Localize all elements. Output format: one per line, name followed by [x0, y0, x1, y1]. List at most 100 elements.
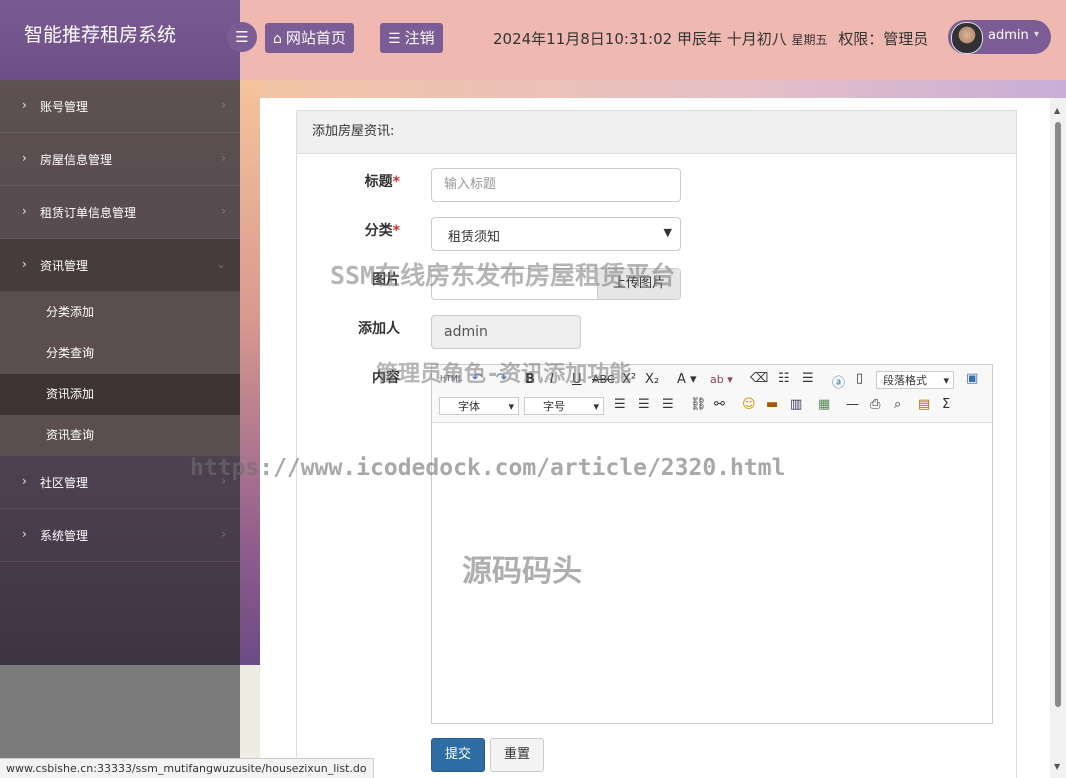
sidebar-subitem-category-query[interactable]: 分类查询: [0, 333, 240, 374]
formula-icon[interactable]: Σ: [942, 397, 950, 412]
watermark-brand: 源码码头: [462, 554, 582, 589]
chevron-right-icon: ›: [22, 474, 27, 488]
chevron-right-icon: ›: [221, 151, 226, 165]
title-label-text: 标题: [364, 174, 393, 190]
panel-title: 添加房屋资讯:: [297, 111, 1016, 154]
required-mark: *: [392, 174, 400, 190]
sidebar-subitem-category-add[interactable]: 分类添加: [0, 292, 240, 333]
title-input[interactable]: 输入标题: [431, 168, 681, 202]
weekday-text: 星期五: [791, 33, 828, 47]
title-label: 标题*: [310, 171, 400, 191]
font-size-value: 字号: [543, 400, 565, 413]
watermark-title: SSM在线房东发布房屋租赁平台: [330, 261, 676, 290]
scrollbar[interactable]: ▲ ▼: [1050, 98, 1066, 778]
sidebar-item-label: 租赁订单信息管理: [40, 206, 137, 220]
brand-area: 智能推荐租房系统: [0, 0, 240, 80]
paragraph-format-select[interactable]: 段落格式 ▾: [876, 371, 954, 389]
title-placeholder: 输入标题: [444, 177, 497, 192]
caret-down-icon: ▾: [593, 400, 599, 413]
logout-button-label: 注销: [404, 29, 435, 47]
unlink-icon[interactable]: ⚯: [714, 397, 725, 412]
avatar: [951, 22, 983, 54]
align-right-icon[interactable]: ☰: [662, 397, 674, 412]
category-label: 分类*: [310, 220, 400, 240]
category-label-text: 分类: [364, 223, 393, 239]
topbar-gradient: [240, 80, 1066, 100]
sidebar-item-account[interactable]: › 账号管理 ›: [0, 80, 240, 133]
role-text: 权限：管理员: [838, 30, 929, 48]
sidebar: 智能推荐租房系统 › 账号管理 › › 房屋信息管理 › › 租赁订单信息管理 …: [0, 0, 240, 778]
hamburger-icon: ☰: [235, 28, 249, 46]
caret-down-icon: ▾: [1034, 29, 1040, 40]
link-icon[interactable]: ⛓: [690, 397, 707, 412]
chevron-right-icon: ›: [22, 527, 27, 541]
watermark-url: https://www.icodedock.com/article/2320.h…: [190, 455, 786, 481]
required-mark: *: [392, 223, 400, 239]
watermark-subtitle: 管理员角色-资讯添加功能: [376, 362, 632, 387]
page-icon[interactable]: ▯: [856, 371, 863, 386]
subscript-icon[interactable]: X₂: [645, 372, 659, 387]
search-icon[interactable]: ⌕: [894, 397, 901, 412]
chevron-right-icon: ›: [221, 98, 226, 112]
content-gradient-edge: [240, 80, 260, 665]
scroll-down-icon[interactable]: ▼: [1054, 762, 1060, 771]
sidebar-submenu-news: 分类添加 分类查询 资讯添加 资讯查询: [0, 292, 240, 456]
rich-text-editor[interactable]: HTML ↶ ↷ B I U ABC X² X₂ A ▾ ab ▾ ⌫ ☷ ☰ …: [431, 364, 993, 724]
font-color-icon[interactable]: A ▾: [677, 372, 697, 387]
home-button[interactable]: ⌂ 网站首页: [265, 23, 354, 53]
sidebar-item-system[interactable]: › 系统管理 ›: [0, 509, 240, 562]
sidebar-menu: › 账号管理 › › 房屋信息管理 › › 租赁订单信息管理 › › 资讯管理 …: [0, 80, 240, 665]
chevron-down-icon: ▼: [663, 226, 672, 239]
sidebar-item-house-info[interactable]: › 房屋信息管理 ›: [0, 133, 240, 186]
status-bar-url: www.csbishe.cn:33333/ssm_mutifangwuzusit…: [0, 758, 374, 778]
anchor-icon[interactable]: ⓐ: [832, 372, 845, 391]
user-menu[interactable]: admin ▾: [948, 20, 1051, 54]
font-size-select[interactable]: 字号 ▾: [524, 397, 604, 415]
datetime-display: 2024年11月8日10:31:02 甲辰年 十月初八 星期五 权限：管理员: [493, 28, 928, 49]
chevron-right-icon: ›: [221, 527, 226, 541]
image-icon[interactable]: ▬: [766, 397, 778, 412]
chevron-right-icon: ›: [22, 98, 27, 112]
sidebar-subitem-news-add[interactable]: 资讯添加: [0, 374, 240, 415]
chevron-right-icon: ›: [22, 257, 27, 271]
home-icon: ⌂: [273, 31, 282, 47]
sidebar-item-label: 系统管理: [40, 529, 89, 543]
submit-button[interactable]: 提交: [431, 738, 485, 772]
logout-button[interactable]: ☰ 注销: [380, 23, 443, 53]
category-select[interactable]: 租赁须知 ▼: [431, 217, 681, 251]
eraser-icon[interactable]: ⌫: [750, 371, 768, 386]
caret-down-icon: ▾: [508, 400, 514, 413]
sidebar-subitem-news-query[interactable]: 资讯查询: [0, 415, 240, 456]
category-value: 租赁须知: [448, 230, 501, 245]
emoji-icon[interactable]: ☺: [742, 397, 756, 412]
menu-toggle-button[interactable]: ☰: [227, 22, 257, 52]
home-button-label: 网站首页: [285, 29, 346, 47]
horizontal-rule-icon[interactable]: —: [846, 397, 859, 412]
chevron-right-icon: ›: [221, 204, 226, 218]
align-center-icon[interactable]: ☰: [638, 397, 650, 412]
align-left-icon[interactable]: ☰: [614, 397, 626, 412]
sidebar-item-news[interactable]: › 资讯管理 ⌄: [0, 239, 240, 292]
paste-icon[interactable]: ▤: [918, 397, 930, 412]
author-label: 添加人: [358, 321, 400, 337]
chevron-right-icon: ›: [22, 204, 27, 218]
preview-icon[interactable]: ▣: [966, 371, 978, 386]
caret-down-icon: ▾: [943, 374, 949, 387]
font-family-select[interactable]: 字体 ▾: [439, 397, 519, 415]
reset-button[interactable]: 重置: [490, 738, 544, 772]
sidebar-item-rental-orders[interactable]: › 租赁订单信息管理 ›: [0, 186, 240, 239]
gallery-icon[interactable]: ▦: [818, 397, 830, 412]
sidebar-item-label: 社区管理: [40, 476, 89, 490]
highlight-icon[interactable]: ab ▾: [710, 373, 733, 386]
sidebar-item-label: 资讯管理: [40, 259, 89, 273]
list-icon: ☰: [388, 31, 401, 47]
scroll-thumb[interactable]: [1055, 122, 1061, 707]
print-icon[interactable]: ⎙: [870, 397, 880, 412]
ordered-list-icon[interactable]: ☷: [778, 371, 790, 386]
video-icon[interactable]: ▥: [790, 397, 802, 412]
chevron-down-icon: ⌄: [215, 257, 226, 271]
font-family-value: 字体: [458, 400, 480, 413]
paragraph-format-value: 段落格式: [883, 374, 927, 387]
unordered-list-icon[interactable]: ☰: [802, 371, 814, 386]
scroll-up-icon[interactable]: ▲: [1054, 106, 1060, 115]
